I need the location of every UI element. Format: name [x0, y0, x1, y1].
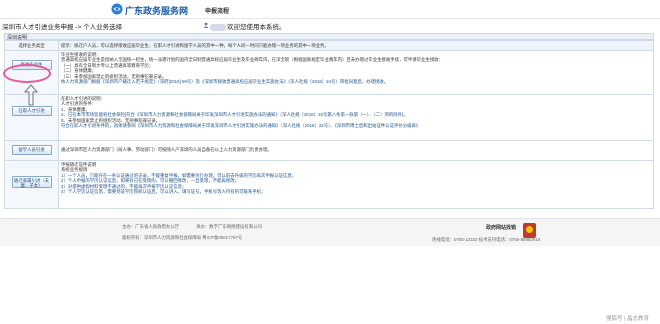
overseas-talent-button[interactable]: 留学人员引进	[11, 145, 52, 155]
row-content: 申报随迁证件说明 系统业务规则 1）一个人员，只能存在一条认证通过的记录，不能重…	[58, 160, 654, 209]
footer-co: 承办：数字广东网络建设有限公司	[196, 224, 262, 229]
arrow-up-annotation-icon	[24, 84, 38, 106]
gov-badge-icon[interactable]	[523, 223, 536, 238]
gov-logo-icon	[111, 3, 123, 15]
footer-host: 主办：广东省人民政府办公厅	[122, 224, 180, 229]
highlight-oval-annotation	[3, 64, 51, 83]
row-content: 毕业生接收的说明： 普通高校应届毕业生是指纳入全国统一招生，统一派遣计划的国内全…	[58, 50, 654, 95]
row-content: 提示：拟迁户人员，可以选择接收应届毕业生，在职人才引进和留学人员的其中一种，每个…	[58, 40, 654, 51]
nav-link-process[interactable]: 申报流程	[205, 6, 229, 15]
table-row: 接收毕业生 毕业生接收的说明： 普通高校应届毕业生是指纳入全国统一招生，统一派遣…	[4, 50, 654, 95]
table-row: 留学人员引进 通过深圳市区人力资源部门（局人事、劳动部门）可按随人户深圳的人员自…	[4, 140, 654, 161]
family-desc-line: 4）个人学历认证信息，需要到该学历院校认证后，可以进入，填写证号，手机号等人持有…	[61, 189, 266, 195]
table-row: 选择业务类型 提示：拟迁户人员，可以选择接收应届毕业生，在职人才引进和留学人员的…	[4, 40, 654, 51]
footer-org: 版权所有：深圳市人力资源和社会保障局 粤ICP备05017767号	[122, 235, 243, 240]
row-content: 在职人才引进的说明： 人才引进的条件： 1、身体健康。 2、已在本市市场监督机社…	[58, 94, 654, 141]
welcome-text: 欢迎您使用本系统。	[227, 24, 286, 31]
table-row: 随迁家属引进（夫妻、子女） 申报随迁证件说明 系统业务规则 1）一个人员，只能存…	[4, 160, 654, 209]
watermark: 搜狐号 | 晶志教育	[606, 316, 649, 322]
business-type-table: 选择业务类型 提示：拟迁户人员，可以选择接收应届毕业生，在职人才引进和留学人员的…	[4, 40, 654, 209]
site-error-link[interactable]: 政府网站找错	[486, 224, 516, 231]
talent-transfer-button[interactable]: 在职人才引进	[11, 106, 52, 116]
breadcrumb: 深圳市人才引进业务申报 -> 个人业务选择	[2, 24, 123, 31]
user-icon	[203, 22, 209, 28]
footer: 主办：广东省人民政府办公厅 承办：数字广东网络建设有限公司 版权所有：深圳市人力…	[0, 218, 660, 246]
footer-hotline: 热线电话：0755-12333 技术支持电话：0755-88992919	[432, 237, 541, 242]
row-label-cell: 留学人员引进	[4, 140, 59, 161]
welcome-message: 欢迎您使用本系统。	[210, 21, 286, 31]
family-transfer-button[interactable]: 随迁家属引进（夫妻、子女）	[11, 176, 52, 188]
site-title[interactable]: 广东政务服务网	[125, 4, 188, 17]
breadcrumb-bar: 深圳市人才引进业务申报 -> 个人业务选择 欢迎您使用本系统。	[0, 19, 660, 32]
top-bar: 广东政务服务网 申报流程	[0, 0, 660, 19]
table-row: 在职人才引进 在职人才引进的说明： 人才引进的条件： 1、身体健康。 2、已在本…	[4, 94, 654, 141]
graduate-desc-line: 依人力资源部门根据《深圳市户籍迁入若干规定》（深府[2016] 59号）及《深圳…	[61, 79, 389, 85]
redacted-username	[210, 23, 226, 31]
row-label-cell: 随迁家属引进（夫妻、子女）	[4, 160, 59, 209]
row-label: 选择业务类型	[4, 40, 59, 51]
section-header: 深圳说明	[4, 33, 654, 41]
talent-desc-line: 符合在职人才引进条件的，具体请参阅《深圳市人力资源和社会保障局关于印发深圳市人才…	[61, 123, 421, 129]
row-content: 通过深圳市区人力资源部门（局人事、劳动部门）可按随人户深圳的人员自备在以上人力资…	[58, 140, 654, 161]
